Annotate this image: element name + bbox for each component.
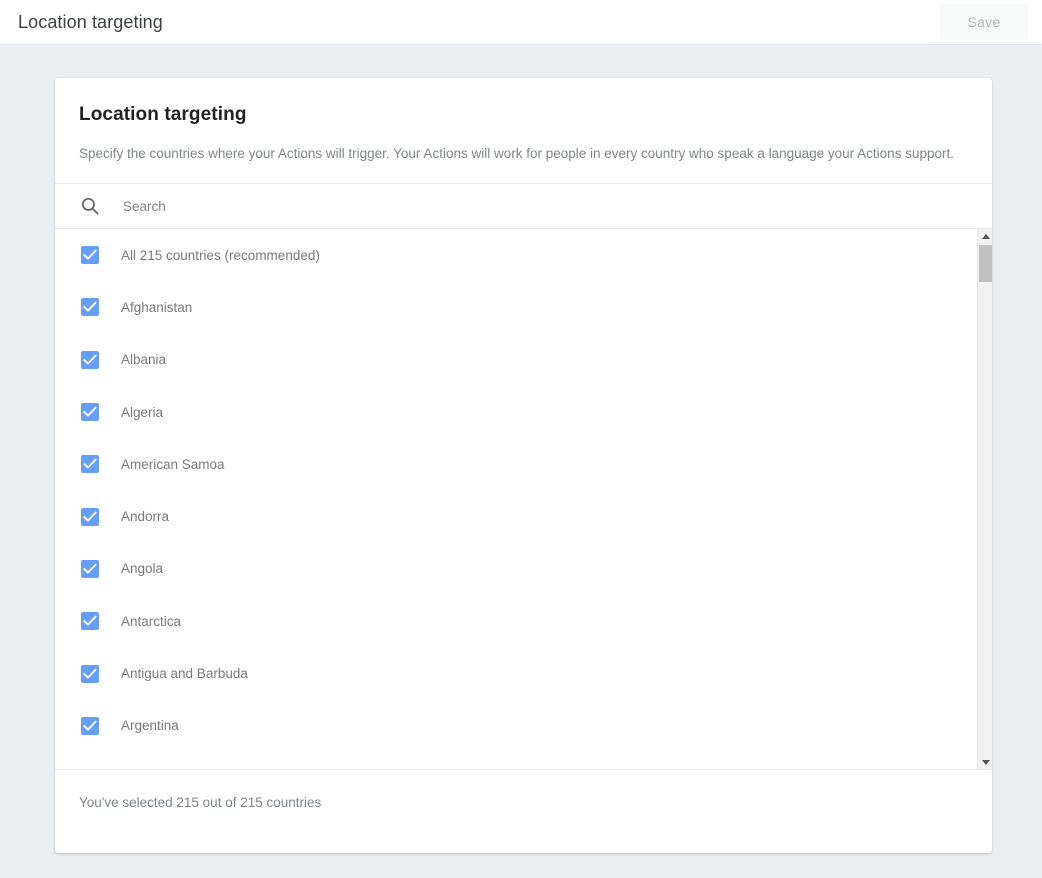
card-description: Specify the countries where your Actions… [79, 144, 959, 183]
country-checkbox[interactable] [81, 246, 99, 264]
search-icon [80, 196, 100, 216]
country-checkbox[interactable] [81, 508, 99, 526]
list-item[interactable]: Angola [55, 543, 977, 595]
list-item[interactable]: Andorra [55, 490, 977, 542]
chevron-down-icon[interactable] [978, 755, 992, 769]
country-label: All 215 countries (recommended) [121, 248, 320, 263]
country-label: Andorra [121, 509, 169, 524]
location-targeting-card: Location targeting Specify the countries… [55, 78, 992, 853]
country-checkbox[interactable] [81, 612, 99, 630]
country-checkbox[interactable] [81, 455, 99, 473]
country-label: Angola [121, 561, 163, 576]
country-label: American Samoa [121, 457, 225, 472]
list-item[interactable]: Argentina [55, 700, 977, 752]
card-footer: You've selected 215 out of 215 countries [55, 769, 992, 834]
country-checkbox[interactable] [81, 351, 99, 369]
country-label: Antigua and Barbuda [121, 666, 248, 681]
list-item[interactable]: All 215 countries (recommended) [55, 229, 977, 281]
country-label: Albania [121, 352, 166, 367]
app-bar: Location targeting Save [0, 0, 1042, 45]
country-list: All 215 countries (recommended) Afghanist… [55, 229, 992, 769]
country-checkbox[interactable] [81, 717, 99, 735]
search-input[interactable] [123, 184, 992, 228]
selection-status: You've selected 215 out of 215 countries [79, 795, 321, 810]
page-body: Location targeting Specify the countries… [0, 45, 1042, 878]
country-checkbox[interactable] [81, 403, 99, 421]
list-item[interactable]: Albania [55, 334, 977, 386]
list-item[interactable]: Afghanistan [55, 281, 977, 333]
country-checkbox[interactable] [81, 298, 99, 316]
search-row[interactable] [55, 183, 992, 229]
page-title: Location targeting [18, 12, 163, 33]
card-title: Location targeting [79, 104, 968, 126]
list-item[interactable]: Antigua and Barbuda [55, 647, 977, 699]
country-label: Algeria [121, 405, 163, 420]
country-label: Argentina [121, 718, 179, 733]
card-header: Location targeting Specify the countries… [55, 78, 992, 183]
list-item[interactable]: American Samoa [55, 438, 977, 490]
country-checkbox[interactable] [81, 665, 99, 683]
save-button[interactable]: Save [940, 4, 1028, 40]
list-item-partial[interactable] [55, 752, 977, 769]
country-label: Afghanistan [121, 300, 192, 315]
country-label: Antarctica [121, 614, 181, 629]
list-scrollbar[interactable] [977, 229, 992, 769]
chevron-up-icon[interactable] [978, 229, 992, 243]
list-item[interactable]: Antarctica [55, 595, 977, 647]
country-checkbox[interactable] [81, 560, 99, 578]
scrollbar-thumb[interactable] [979, 245, 992, 282]
list-item[interactable]: Algeria [55, 386, 977, 438]
